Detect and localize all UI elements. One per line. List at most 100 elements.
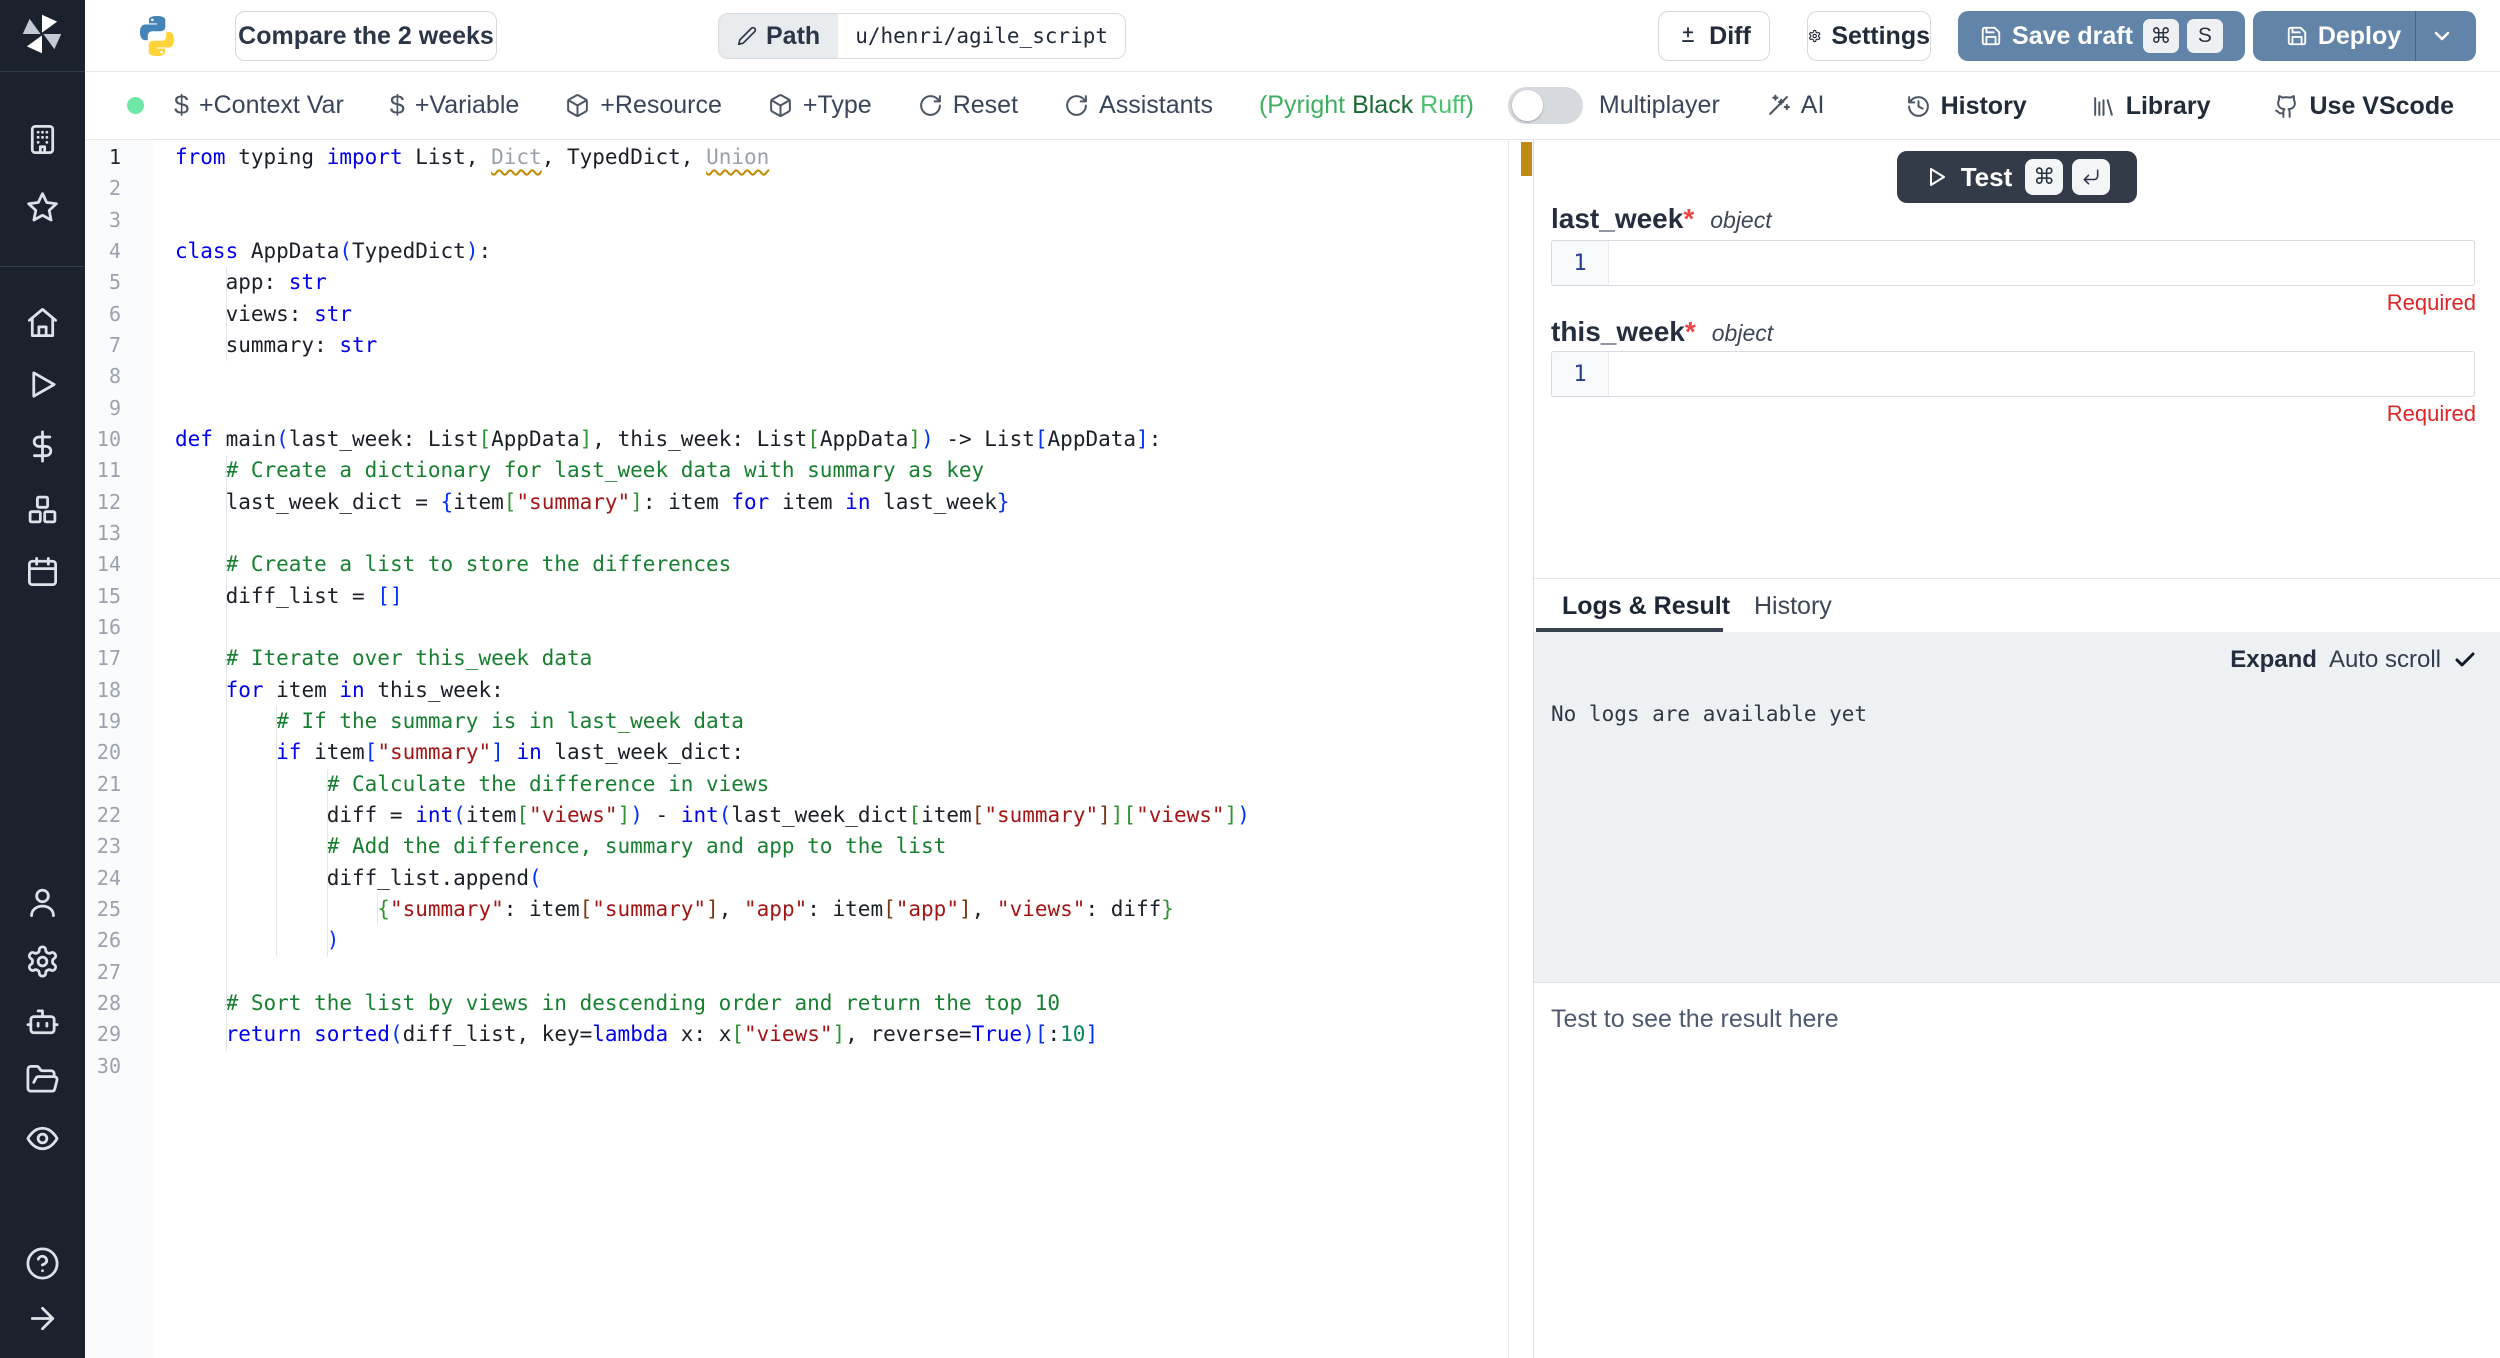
sidebar [0,0,85,1358]
path-value[interactable]: u/henri/agile_script [838,14,1125,58]
path-field[interactable]: Path u/henri/agile_script [718,13,1126,59]
result-tabs: Logs & Result History [1534,578,2500,632]
assistants-button[interactable]: Assistants [1064,91,1213,120]
line-number: 3 [85,205,121,236]
play-icon [25,367,60,402]
line-number: 16 [85,612,121,643]
script-title: Compare the 2 weeks [238,22,494,51]
sidebar-item-schedules[interactable] [25,554,60,589]
ai-button[interactable]: AI [1766,91,1825,120]
sidebar-item-help[interactable] [25,1246,60,1281]
library-icon [2091,94,2116,119]
sidebar-item-expand-sidebar[interactable] [25,1301,60,1336]
code-editor[interactable]: 1from typing import List, Dict, TypedDic… [85,140,1533,1358]
deploy-dropdown-button[interactable] [2415,11,2467,61]
sidebar-item-workers[interactable] [25,1005,60,1040]
line-number: 19 [85,706,121,737]
line-number: 24 [85,863,121,894]
multiplayer-toggle[interactable] [1508,87,1583,124]
expand-logs-button[interactable]: Expand [2230,646,2317,674]
script-status-dot [127,97,144,114]
code-line: 8 [85,361,1533,392]
result-placeholder: Test to see the result here [1551,1005,1839,1034]
code-line: 6 views: str [85,299,1533,330]
logs-empty-message: No logs are available yet [1551,702,1867,726]
add-type-button[interactable]: +Type [768,91,872,120]
sidebar-item-account[interactable] [25,885,60,920]
eye-icon [25,1121,60,1156]
script-title-input[interactable]: Compare the 2 weeks [235,11,497,61]
deploy-button[interactable]: Deploy [2253,11,2476,61]
use-vscode-button[interactable]: Use VScode [2274,92,2454,121]
arg-input-this_week[interactable]: 1 [1551,351,2475,397]
refresh-icon [1064,93,1089,118]
enter-key-icon [2081,167,2101,187]
tab-history[interactable]: History [1754,579,1832,633]
line-number: 7 [85,330,121,361]
help-circle-icon [25,1246,60,1281]
code-line: 21 # Calculate the difference in views [85,769,1533,800]
gear-icon [25,944,60,979]
windmill-logo-icon[interactable] [20,12,64,56]
building-icon [25,122,60,157]
settings-button[interactable]: Settings [1807,11,1931,61]
line-number: 8 [85,361,121,392]
code-line: 13 [85,518,1533,549]
chevron-down-icon [2430,24,2454,48]
line-number: 21 [85,769,121,800]
add-context-var-button[interactable]: $+Context Var [174,90,344,121]
sidebar-item-folders[interactable] [25,1062,60,1097]
sidebar-item-settings[interactable] [25,944,60,979]
autoscroll-label[interactable]: Auto scroll [2329,646,2441,674]
warning-overview-mark [1521,142,1532,176]
arg-input-last_week[interactable]: 1 [1551,240,2475,286]
line-number: 15 [85,581,121,612]
library-button[interactable]: Library [2091,92,2211,121]
code-line: 23 # Add the difference, summary and app… [85,831,1533,862]
line-number: 28 [85,988,121,1019]
sidebar-item-resources[interactable] [25,492,60,527]
arg-input-line-number: 1 [1552,352,1609,396]
line-number: 30 [85,1051,121,1082]
line-number: 29 [85,1019,121,1050]
star-icon [25,190,60,225]
logs-section: Expand Auto scroll No logs are available… [1534,632,2500,983]
reset-button[interactable]: Reset [918,91,1018,120]
sidebar-item-runs[interactable] [25,367,60,402]
dollar-icon [25,429,60,464]
arrow-right-icon [25,1301,60,1336]
line-number: 17 [85,643,121,674]
code-line: 26 ) [85,925,1533,956]
editor-scrollbar[interactable] [1508,140,1509,1358]
code-line: 2 [85,173,1533,204]
code-line: 1from typing import List, Dict, TypedDic… [85,142,1533,173]
plus-minus-icon [1677,25,1699,47]
sidebar-divider [0,71,85,72]
package-icon [768,93,793,118]
sidebar-item-favorites[interactable] [25,190,60,225]
keyboard-shortcut-badge [2072,159,2110,195]
sidebar-item-audit-logs[interactable] [25,1121,60,1156]
wand-sparkles-icon [1766,93,1791,118]
line-number: 26 [85,925,121,956]
arg-label-last_week: last_week*object [1551,203,1772,235]
add-resource-button[interactable]: +Resource [565,91,722,120]
diff-button[interactable]: Diff [1658,11,1770,61]
play-icon [1924,165,1948,189]
code-line: 15 diff_list = [] [85,581,1533,612]
sidebar-item-variables[interactable] [25,429,60,464]
sidebar-item-home[interactable] [25,305,60,340]
multiplayer-label: Multiplayer [1599,91,1720,120]
test-button[interactable]: Test ⌘ [1897,151,2137,203]
tab-logs-result[interactable]: Logs & Result [1562,579,1730,633]
history-button[interactable]: History [1906,92,2027,121]
code-line: 30 [85,1051,1533,1082]
code-line: 14 # Create a list to store the differen… [85,549,1533,580]
path-edit-button[interactable]: Path [719,14,838,58]
sidebar-item-workspace[interactable] [25,122,60,157]
required-validation-message: Required [2276,290,2476,316]
save-draft-button[interactable]: Save draft ⌘S [1958,11,2245,61]
calendar-icon [25,554,60,589]
line-number: 2 [85,173,121,204]
add-variable-button[interactable]: $+Variable [390,90,520,121]
